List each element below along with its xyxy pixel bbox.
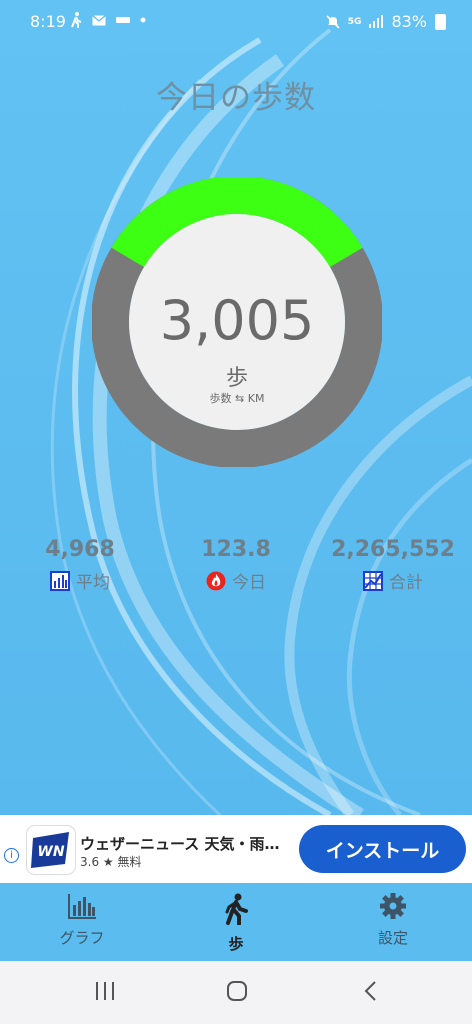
ad-app-logo[interactable]: WN	[26, 825, 76, 875]
ad-app-title[interactable]: ウェザーニュース 天気・雨…	[80, 833, 279, 854]
info-icon[interactable]: i	[4, 848, 19, 863]
app-notification-icon	[116, 17, 130, 23]
tab-graph-label: グラフ	[59, 929, 105, 947]
tab-graph[interactable]: グラフ	[32, 893, 132, 948]
grid-chart-icon	[363, 570, 383, 591]
status-system-icons: 5G 83%	[326, 12, 446, 31]
network-type: 5G	[347, 16, 362, 27]
step-unit: 歩	[225, 366, 248, 391]
battery-percent: 83%	[391, 12, 427, 31]
mail-icon	[92, 14, 106, 25]
ad-banner[interactable]: i WN ウェザーニュース 天気・雨… 3.6 ★ 無料 インストール	[0, 815, 472, 883]
status-time: 8:19	[30, 12, 66, 31]
step-count: 3,005	[159, 289, 315, 352]
page-title: 今日の歩数	[156, 80, 316, 116]
battery-icon	[435, 13, 446, 30]
steps-km-toggle[interactable]: 歩数 ⇆ KM	[92, 390, 382, 406]
stat-average-value: 4,968	[45, 537, 115, 562]
walking-icon	[225, 893, 248, 926]
tab-steps[interactable]: 歩	[186, 893, 286, 954]
signal-icon	[369, 15, 384, 28]
bottom-tab-bar: グラフ 歩 設定	[0, 883, 472, 961]
stat-total-value: 2,265,552	[331, 537, 455, 562]
gear-icon	[380, 893, 406, 919]
home-button[interactable]	[226, 979, 248, 1003]
install-button[interactable]: インストール	[299, 825, 466, 873]
bar-chart-icon	[68, 894, 96, 919]
stat-today-value: 123.8	[201, 537, 271, 562]
walking-icon	[71, 12, 82, 28]
system-nav-bar	[0, 961, 472, 1024]
tab-settings[interactable]: 設定	[343, 893, 443, 948]
stat-average-label: 平均	[76, 573, 110, 593]
tab-steps-label: 歩	[228, 935, 244, 953]
stat-total: 2,265,552 合計	[330, 537, 456, 593]
ad-logo-text: WN	[37, 844, 64, 860]
recent-apps-button[interactable]	[94, 979, 116, 1003]
stat-today-label: 今日	[232, 573, 266, 593]
mute-icon	[326, 14, 340, 29]
back-button[interactable]	[360, 979, 382, 1003]
status-bar: 8:19 5G 83%	[0, 0, 472, 44]
bar-chart-icon	[50, 570, 70, 591]
dot-icon	[140, 17, 146, 23]
stat-average: 4,968 平均	[28, 537, 132, 593]
flame-icon	[206, 571, 226, 590]
status-notification-icons	[70, 12, 146, 28]
tab-settings-label: 設定	[377, 929, 408, 947]
stat-today: 123.8 今日	[186, 537, 286, 593]
stat-total-label: 合計	[389, 573, 423, 593]
ad-app-rating: 3.6 ★ 無料	[80, 855, 142, 869]
step-counter: 3,005 歩 歩数 ⇆ KM	[92, 177, 382, 467]
